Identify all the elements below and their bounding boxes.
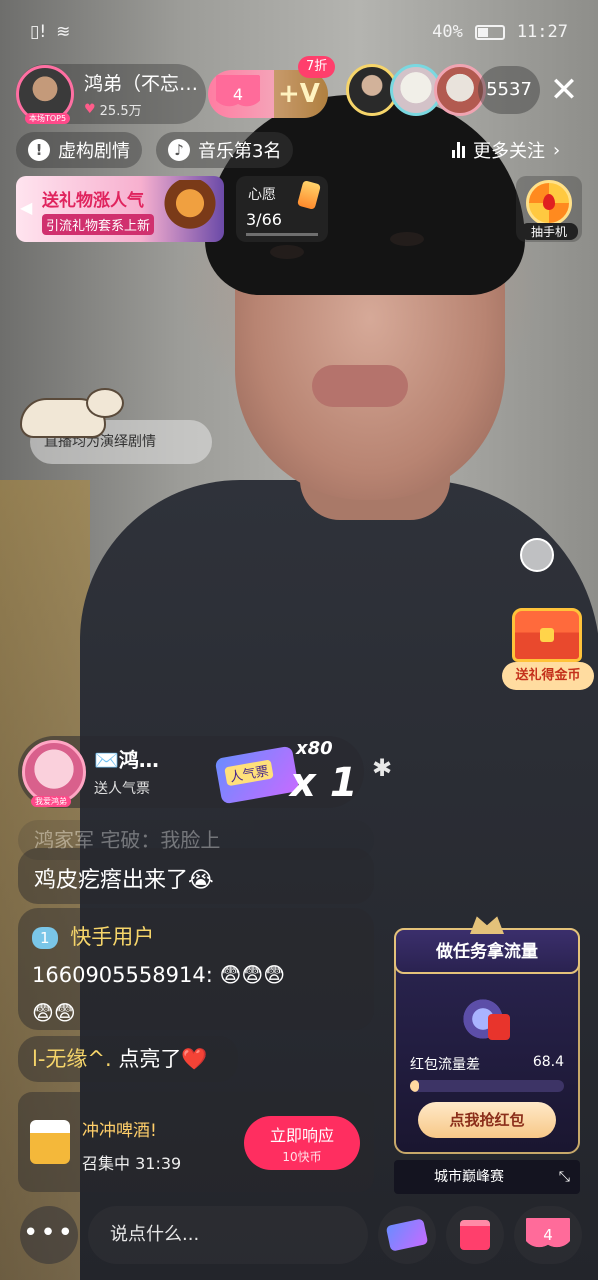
spider-icon: ✱ [372,754,393,782]
grab-red-envelope-button[interactable]: 点我抢红包 [418,1102,556,1138]
right-eye [390,232,424,246]
task-title: 做任务拿流量 [394,928,580,974]
wish-progress-bar [246,233,318,236]
chip-label: 音乐第3名 [198,141,282,162]
mouth [312,365,408,407]
banner-subtitle: 引流礼物套系上新 [42,214,155,235]
chat-username[interactable]: 快手用户 [70,925,154,949]
drop-icon [543,194,555,210]
cat-sticker [14,388,124,450]
lottery-label: 抽手机 [520,223,578,240]
sender-name: ✉️鸿… [94,748,159,772]
anchor-name: 鸿弟（不忘… [84,73,199,95]
crown-icon [470,916,504,934]
task-value: 68.4 [532,1054,564,1070]
triangle-left-icon: ◀ [20,198,33,217]
red-envelope-icon [488,1014,510,1040]
floating-assist-button[interactable] [520,538,554,572]
likes-count: 25.5万 [99,104,142,119]
respond-now-button[interactable]: 立即响应 10快币 [244,1116,360,1170]
combo-total: x80 [296,738,333,759]
treasure-chest-widget[interactable]: 送礼得金币 [502,606,594,690]
beer-mug-icon [30,1120,70,1164]
task-label: 红包流量差 [410,1057,480,1073]
cup-icon [296,180,322,210]
close-button[interactable]: ✕ [544,68,584,112]
anchor-profile[interactable]: 本场TOP5 鸿弟（不忘… ♥ 25.5万 [16,64,206,124]
ticket-icon [385,1218,429,1252]
expand-icon[interactable]: ⤡ [559,1160,570,1194]
fictional-plot-chip[interactable]: ! 虚构剧情 [16,132,142,168]
lock-icon [540,628,554,642]
city-contest-label: 城市巅峰赛 [434,1169,504,1185]
heart-icon: ♥ [84,102,96,117]
chat-message: 鸡皮疙瘩出来了😭 [18,848,374,904]
promo-countdown: 召集中 31:39 [82,1154,182,1173]
lottery-widget[interactable]: 抽手机 [516,176,582,242]
gift-event-banner[interactable]: 我爱鸿弟 ✉️鸿… 送人气票 人气票 x80 x 1 [18,736,364,808]
chat-message: l-无缘^. 点亮了❤️ [18,1036,238,1082]
respond-label: 立即响应 [269,1126,334,1145]
respond-cost: 10快币 [282,1150,322,1164]
wish-progress-text: 3/66 [246,210,282,229]
task-reward-card[interactable]: 做任务拿流量 红包流量差 68.4 点我抢红包 [394,912,580,1154]
treasure-label: 送礼得金币 [502,662,594,690]
level-badge: 1 [32,927,58,949]
heart-icon: 4 [526,1218,570,1252]
sim-alert-icon: ▯! [30,22,47,42]
banner-title: 送礼物涨人气 [42,191,144,211]
status-bar: ▯! ≋ 40% 11:27 [0,0,598,64]
more-follow-link[interactable]: 更多关注 › [440,132,572,168]
wish-widget[interactable]: 心愿 3/66 [236,176,328,242]
chat-message: 1 快手用户 1660905558914: 😨😨😨 😨😨 [18,908,374,1030]
music-icon: ♪ [168,139,190,161]
gift-button[interactable] [446,1206,504,1264]
chat-username[interactable]: l-无缘^. [32,1047,112,1071]
info-icon: ! [28,139,50,161]
city-contest-bar[interactable]: 城市巅峰赛 ⤡ [394,1160,580,1194]
like-button[interactable]: 4 [514,1206,582,1264]
group-promo-card[interactable]: 冲冲啤酒! 召集中 31:39 立即响应 10快币 [18,1092,374,1192]
left-eye [270,245,304,259]
bars-icon [452,142,465,158]
wish-title: 心愿 [248,187,276,203]
promo-title: 冲冲啤酒! [82,1121,157,1141]
gift-action: 送人气票 [94,781,150,797]
comment-input[interactable]: 说点什么... [88,1206,368,1264]
chat-text: 1660905558914: 😨😨😨 [32,963,286,987]
comment-placeholder: 说点什么... [110,1224,200,1245]
viewer-count[interactable]: 5537 [478,66,540,114]
anchor-avatar[interactable]: 本场TOP5 [16,65,74,124]
sender-avatar[interactable]: 我爱鸿弟 [22,740,86,807]
task-progress-bar [410,1080,564,1092]
fan-heart-count: 4 [232,84,244,104]
discount-badge: 7折 [298,56,336,78]
gift-box-icon [460,1220,490,1250]
avatar-tag: 本场TOP5 [25,113,71,124]
chevron-right-icon: › [553,139,561,161]
music-rank-chip[interactable]: ♪ 音乐第3名 [156,132,294,168]
chat-text: 点亮了❤️ [118,1047,208,1071]
knight-rider-image [160,180,220,238]
popularity-ticket-button[interactable] [378,1206,436,1264]
ticket-label: 人气票 [224,759,274,787]
chip-label: 更多关注 [473,141,545,162]
chat-text: 😨😨 [32,1001,76,1025]
chip-label: 虚构剧情 [58,141,130,162]
top-viewers[interactable] [346,64,486,118]
popularity-ticket-icon: 人气票 [214,745,300,805]
wifi-icon: ≋ [56,22,71,42]
more-button[interactable]: ••• [20,1206,78,1264]
gift-promo-banner[interactable]: ◀ 送礼物涨人气 引流礼物套系上新 [16,176,224,242]
clock: 11:27 [516,22,568,42]
anchor-likes: ♥ 25.5万 [84,100,198,119]
sender-tag: 我爱鸿弟 [31,796,71,807]
combo-count: x 1 [290,760,358,806]
vip-plus-label: +V [278,79,320,109]
battery-icon [474,24,505,40]
fan-heart-icon: 4 [216,75,260,113]
like-count: 4 [543,1226,553,1244]
battery-percent: 40% [432,22,463,42]
